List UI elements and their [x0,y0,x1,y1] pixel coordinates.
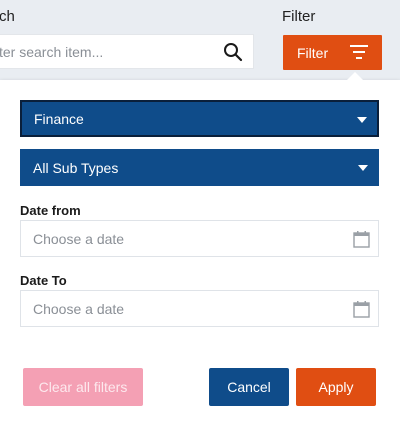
filter-button-label: Filter [297,44,329,61]
filter-lines-icon [350,45,368,59]
search-input[interactable] [0,35,209,68]
calendar-icon[interactable] [353,230,370,248]
date-to-field[interactable]: Choose a date [20,290,379,327]
date-to-placeholder: Choose a date [33,300,125,317]
date-from-label: Date from [20,203,81,218]
date-from-field[interactable]: Choose a date [20,220,379,257]
subtype-select[interactable]: All Sub Types [20,149,379,186]
search-icon[interactable] [223,42,243,62]
apply-button[interactable]: Apply [296,368,376,406]
date-to-label: Date To [20,273,67,288]
date-from-placeholder: Choose a date [33,230,125,247]
search-box [0,34,254,69]
type-select-value: Finance [34,110,84,127]
filter-page: ch Filter Filter Finance All Sub Types D… [0,0,400,425]
type-select[interactable]: Finance [20,100,379,137]
top-bar: ch Filter Filter [0,0,400,90]
filter-button[interactable]: Filter [283,35,382,70]
search-label: ch [0,8,15,25]
filter-label: Filter [282,8,316,25]
subtype-select-value: All Sub Types [33,159,119,176]
chevron-down-icon [357,117,367,123]
cancel-button[interactable]: Cancel [209,368,289,406]
calendar-icon[interactable] [353,300,370,318]
clear-filters-button[interactable]: Clear all filters [23,368,143,406]
chevron-down-icon [358,165,368,171]
panel-caret [346,72,364,81]
